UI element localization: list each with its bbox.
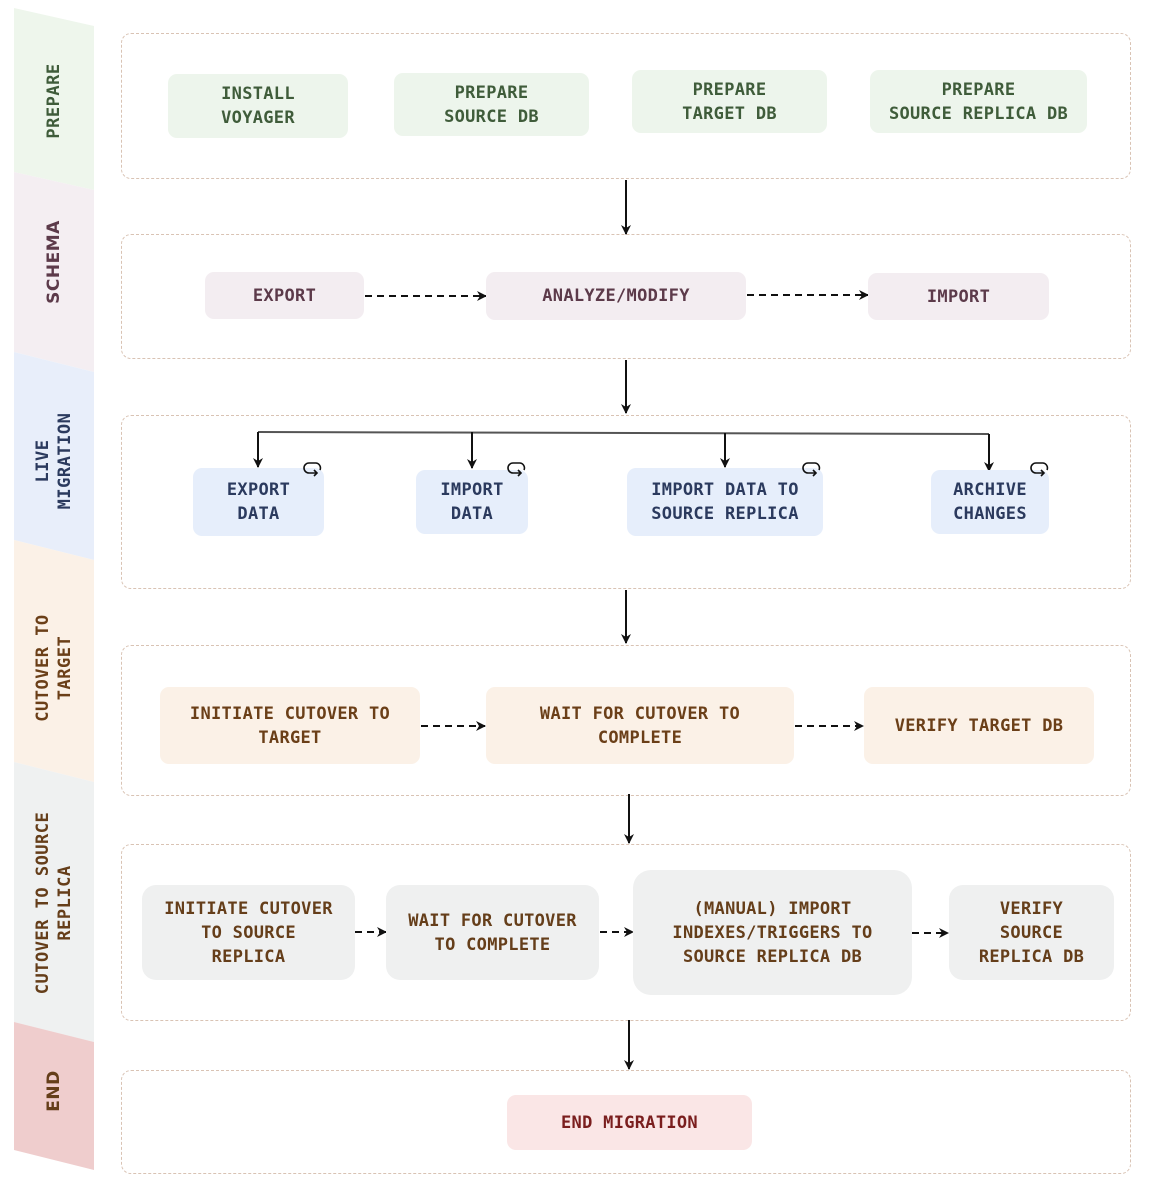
node-analyze-modify[interactable]: ANALYZE/MODIFY: [486, 272, 746, 320]
lane-label-schema: SCHEMA: [44, 220, 64, 304]
node-verify-target-db[interactable]: VERIFY TARGET DB: [864, 687, 1094, 764]
node-import-data[interactable]: IMPORT DATA: [416, 470, 528, 534]
loop-arrow-icon: [802, 462, 821, 477]
node-prepare-source-replica-db[interactable]: PREPARE SOURCE REPLICA DB: [870, 70, 1087, 133]
node-wait-for-cutover-source[interactable]: WAIT FOR CUTOVER TO COMPLETE: [386, 885, 599, 980]
node-initiate-cutover-to-target[interactable]: INITIATE CUTOVER TO TARGET: [160, 687, 420, 764]
loop-arrow-icon: [507, 462, 526, 477]
node-archive-changes[interactable]: ARCHIVE CHANGES: [931, 470, 1049, 534]
lane-label-prepare: PREPARE: [44, 63, 64, 139]
migration-workflow-diagram: PREPARE SCHEMA LIVE MIGRATION CUTOVER TO…: [0, 0, 1154, 1194]
node-manual-import-indexes-triggers[interactable]: (MANUAL) IMPORT INDEXES/TRIGGERS TO SOUR…: [633, 870, 912, 995]
loop-arrow-icon: [303, 462, 322, 477]
lane-label-live-migration: LIVE MIGRATION: [33, 412, 75, 510]
node-install-voyager[interactable]: INSTALL VOYAGER: [168, 74, 348, 138]
node-export-data[interactable]: EXPORT DATA: [193, 468, 324, 536]
node-import[interactable]: IMPORT: [868, 273, 1049, 320]
lane-label-cutover-target: CUTOVER TO TARGET: [33, 614, 75, 722]
node-end-migration[interactable]: END MIGRATION: [507, 1095, 752, 1150]
lane-label-cutover-source-replica: CUTOVER TO SOURCE REPLICA: [33, 811, 75, 995]
node-import-data-to-source-replica[interactable]: IMPORT DATA TO SOURCE REPLICA: [627, 468, 823, 536]
node-initiate-cutover-to-source-replica[interactable]: INITIATE CUTOVER TO SOURCE REPLICA: [142, 885, 355, 980]
node-prepare-target-db[interactable]: PREPARE TARGET DB: [632, 70, 827, 133]
node-prepare-source-db[interactable]: PREPARE SOURCE DB: [394, 73, 589, 136]
loop-arrow-icon: [1030, 462, 1049, 477]
node-export[interactable]: EXPORT: [205, 272, 364, 319]
node-verify-source-replica-db[interactable]: VERIFY SOURCE REPLICA DB: [949, 885, 1114, 980]
lane-label-end: END: [44, 1070, 64, 1112]
node-wait-for-cutover-target[interactable]: WAIT FOR CUTOVER TO COMPLETE: [486, 687, 794, 764]
